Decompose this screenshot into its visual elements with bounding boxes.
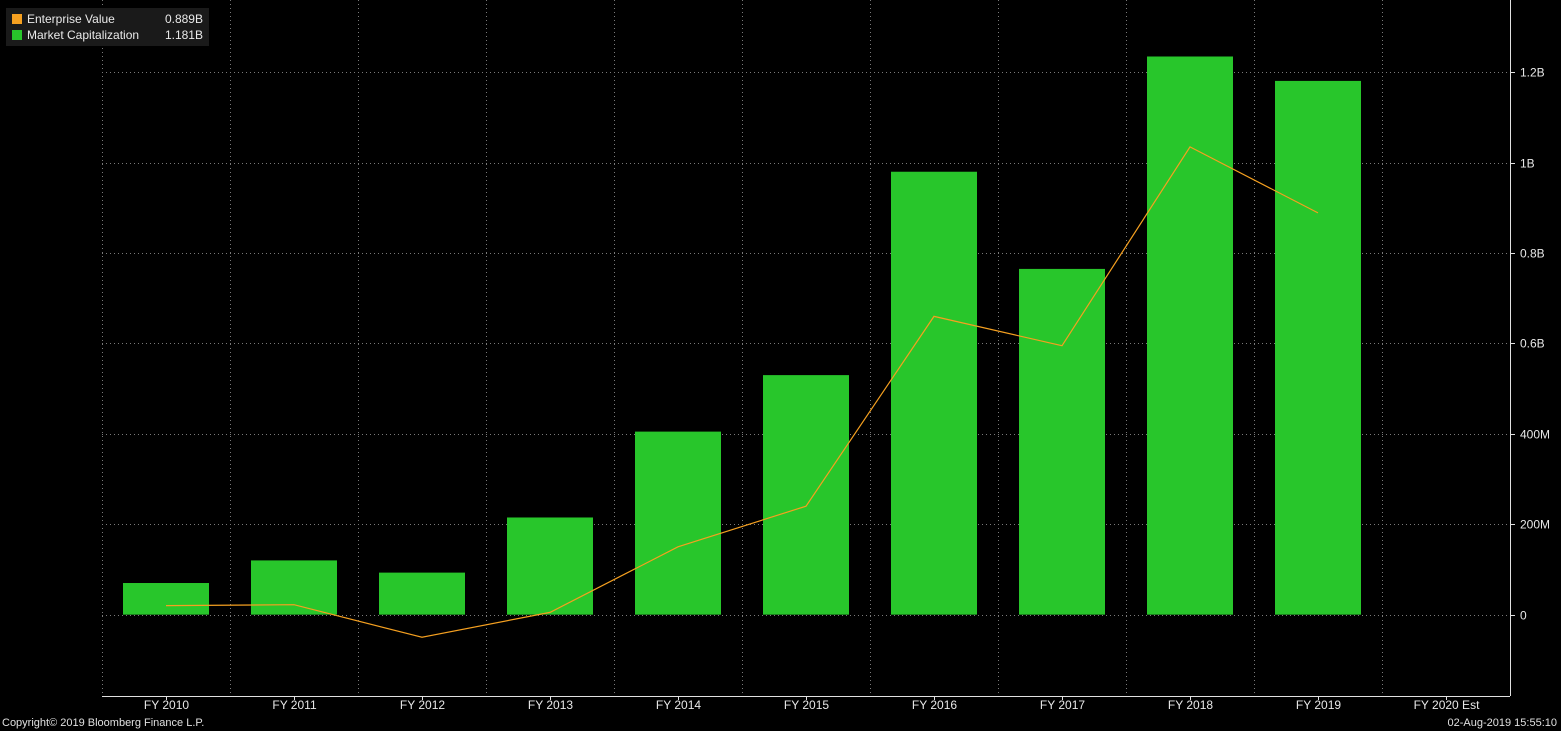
legend-value: 0.889B — [164, 12, 203, 26]
legend-label: Market Capitalization — [27, 28, 140, 42]
legend: Enterprise Value 0.889B Market Capitaliz… — [6, 8, 209, 46]
bar-market-capitalization — [379, 572, 465, 615]
x-tick-label: FY 2016 — [912, 698, 957, 712]
x-tick-label: FY 2014 — [656, 698, 701, 712]
bar-market-capitalization — [123, 583, 209, 615]
x-tick-label: FY 2011 — [272, 698, 317, 712]
y-tick-label: 1.2B — [1520, 66, 1545, 80]
legend-value: 1.181B — [164, 28, 203, 42]
chart: 0 200M 400M 0.6B 0.8B 1B 1.2B FY 2010 FY 2011 FY … — [102, 0, 1550, 712]
x-tick-label: FY 2018 — [1168, 698, 1213, 712]
legend-label: Enterprise Value — [27, 12, 115, 26]
x-tick-label: FY 2019 — [1296, 698, 1341, 712]
bar-market-capitalization — [507, 517, 593, 615]
x-tick-label: FY 2010 — [144, 698, 189, 712]
timestamp-text: 02-Aug-2019 15:55:10 — [1447, 717, 1557, 729]
legend-item-market-capitalization: Market Capitalization 1.181B — [12, 27, 203, 43]
bar-market-capitalization — [763, 375, 849, 615]
y-tick-label: 0.6B — [1520, 337, 1545, 351]
x-tick-label: FY 2017 — [1040, 698, 1085, 712]
legend-swatch-enterprise-value — [12, 14, 22, 24]
bar-market-capitalization — [1019, 268, 1105, 615]
bar-market-capitalization — [891, 171, 977, 615]
x-tick-label: FY 2012 — [400, 698, 445, 712]
bar-market-capitalization — [1147, 56, 1233, 615]
copyright-text: Copyright© 2019 Bloomberg Finance L.P. — [2, 717, 205, 729]
legend-swatch-market-capitalization — [12, 30, 22, 40]
y-tick-label: 0.8B — [1520, 247, 1545, 261]
x-tick-label: FY 2020 Est — [1414, 698, 1480, 712]
bar-market-capitalization — [1275, 80, 1361, 615]
y-tick-label: 200M — [1520, 518, 1550, 532]
y-tick-label: 400M — [1520, 428, 1550, 442]
bar-market-capitalization — [251, 560, 337, 615]
bar-market-capitalization — [635, 431, 721, 615]
x-tick-label: FY 2013 — [528, 698, 573, 712]
x-tick-label: FY 2015 — [784, 698, 829, 712]
legend-item-enterprise-value: Enterprise Value 0.889B — [12, 11, 203, 27]
y-tick-label: 0 — [1520, 609, 1527, 623]
y-tick-label: 1B — [1520, 157, 1535, 171]
